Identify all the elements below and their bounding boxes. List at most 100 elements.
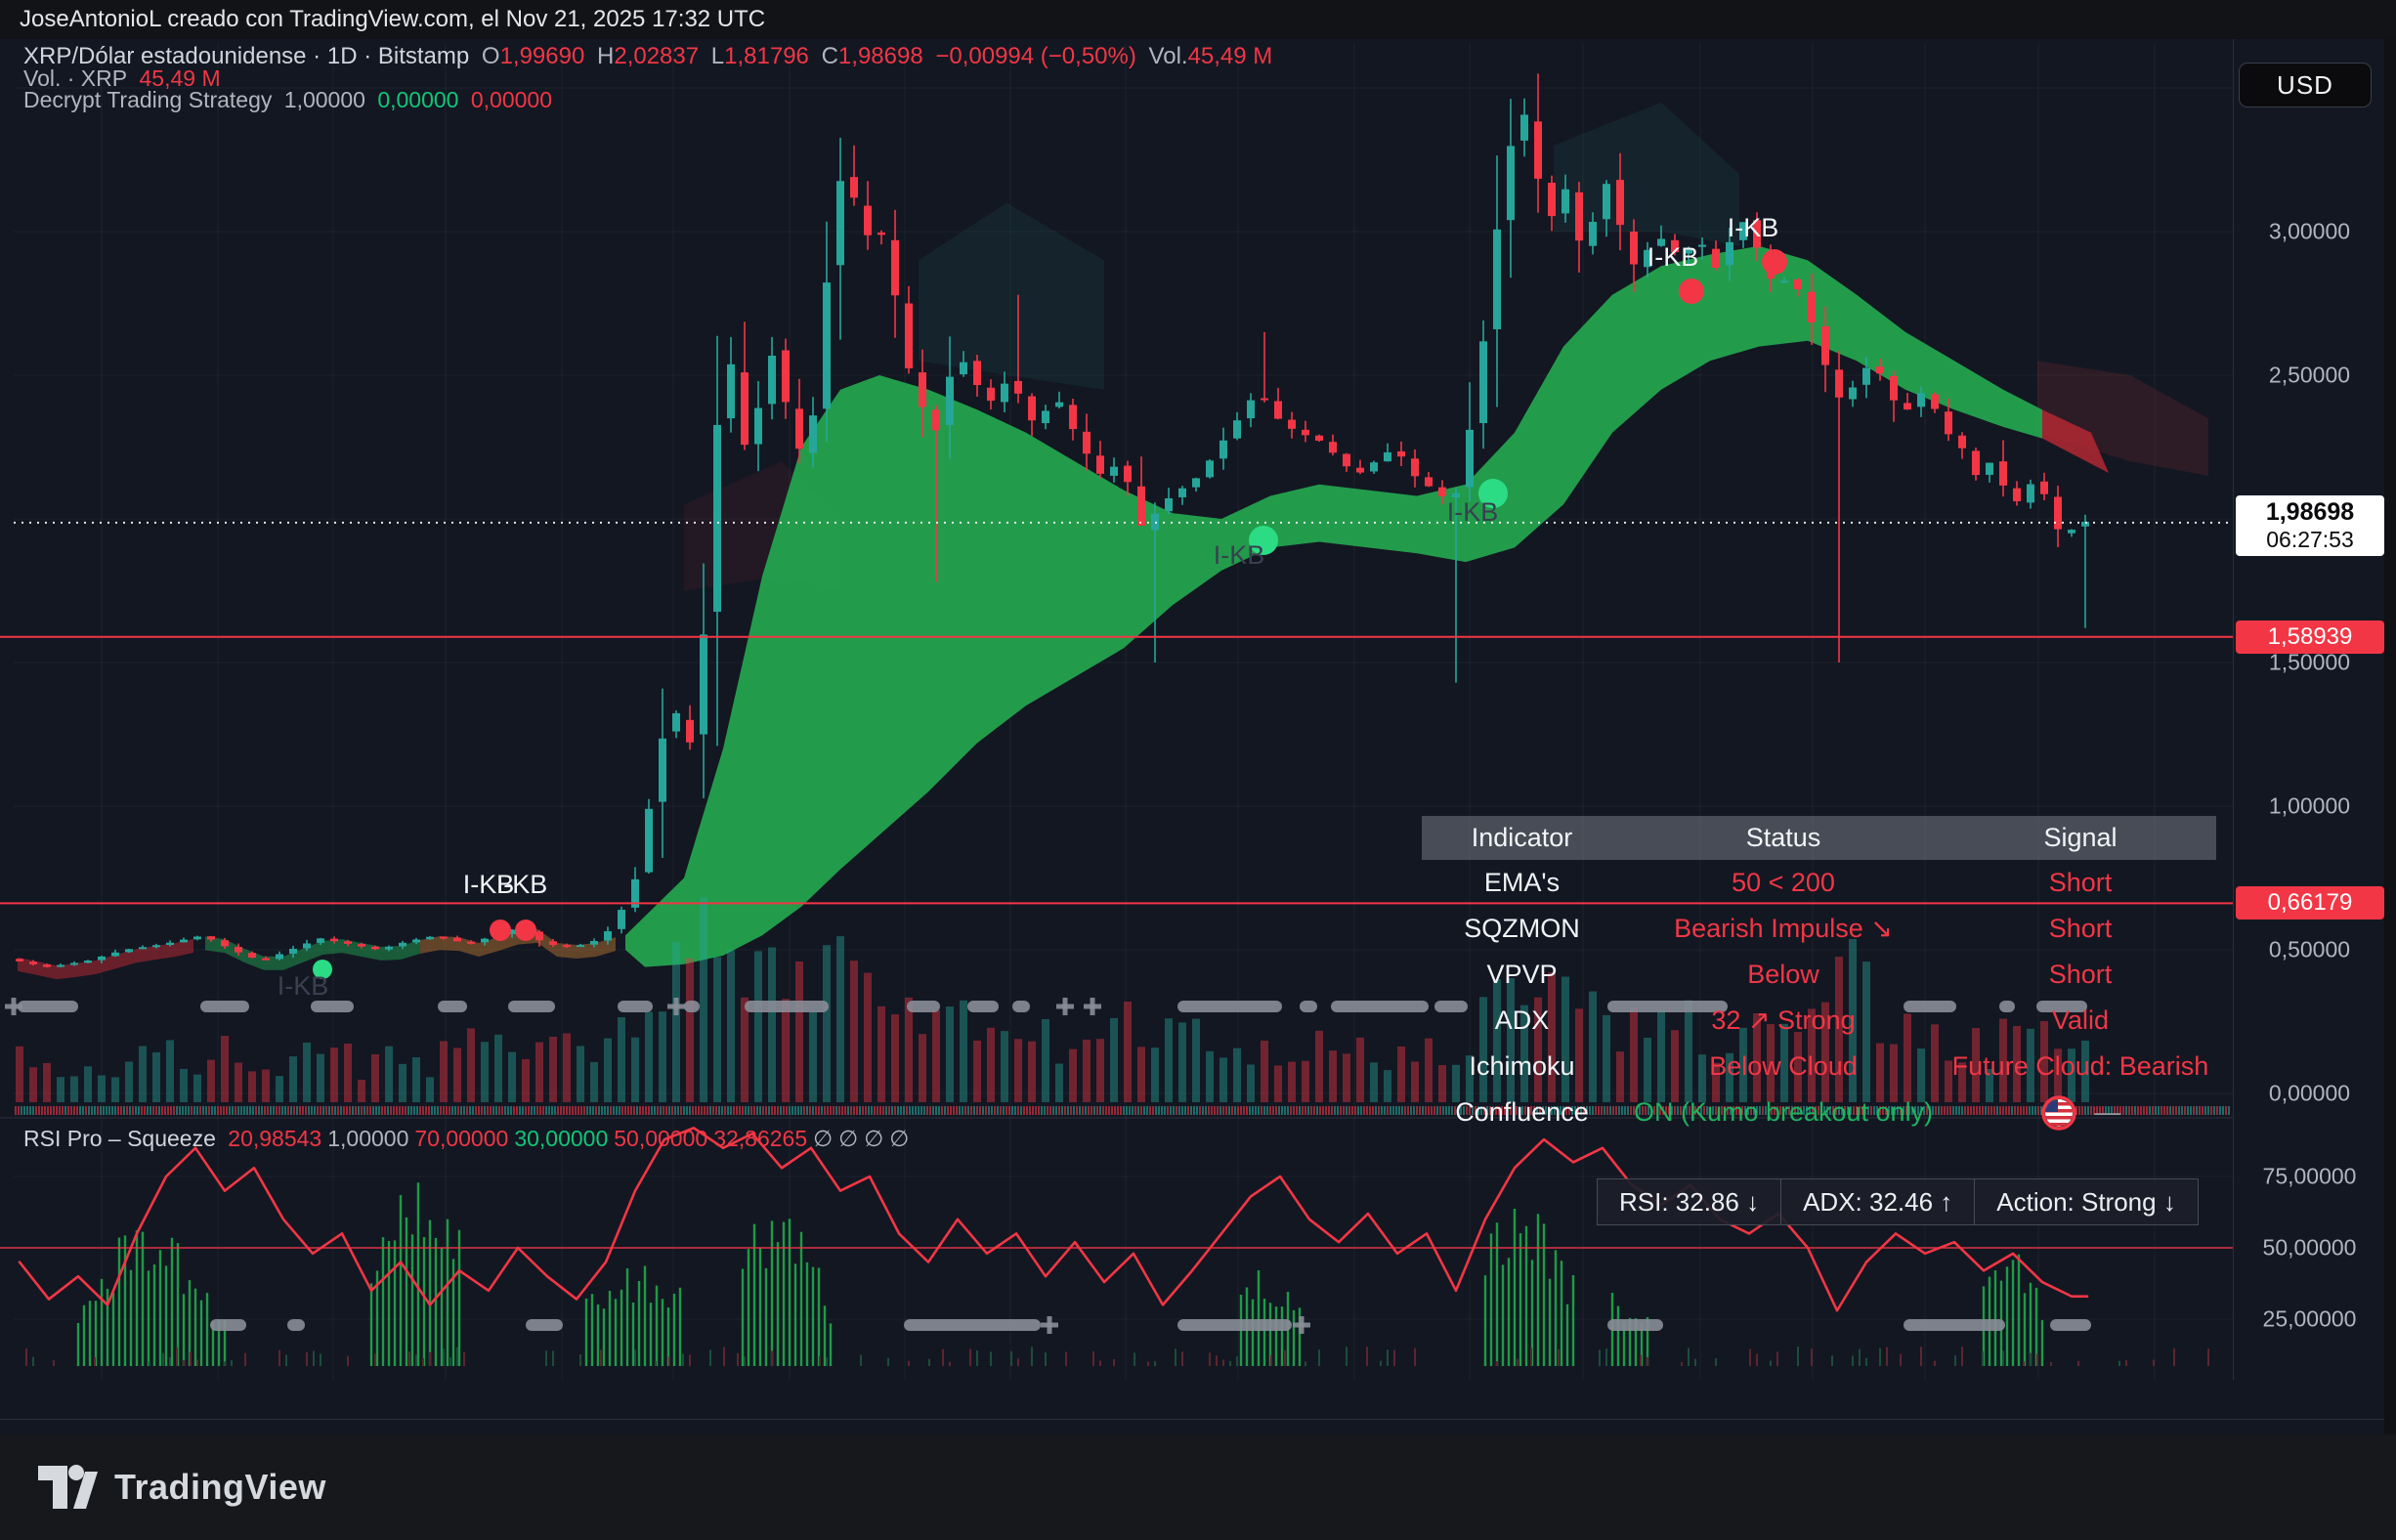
rsi-indicator-title[interactable]: RSI Pro – Squeeze — [23, 1126, 216, 1151]
rsi-pane[interactable] — [0, 1128, 2233, 1366]
indicator-signal: Valid — [1945, 1005, 2216, 1036]
table-row: SQZMONBearish Impulse ↘Short — [1422, 906, 2216, 952]
rsi-legend-value: 1,00000 — [327, 1126, 408, 1151]
indicator-badge: ADX: 32.46 ↑ — [1781, 1178, 1975, 1225]
volume-label: Vol. — [1149, 43, 1188, 69]
indicator-signal: Future Cloud: Bearish — [1945, 1051, 2216, 1082]
indicator-signal: Short — [1945, 868, 2216, 898]
price-tick-label: 0,50000 — [2234, 937, 2385, 963]
price-axis[interactable]: 3,500003,000002,500001,500001,000000,500… — [2233, 39, 2385, 1380]
table-row: ConfluenceON (Kumo breakout only) — — [1422, 1090, 2216, 1135]
price-tick-label: 1,00000 — [2234, 793, 2385, 820]
header-status: Status — [1622, 823, 1945, 853]
rsi-tick-label: 50,00000 — [2234, 1235, 2385, 1262]
rsi-tick-label: 75,00000 — [2234, 1164, 2385, 1190]
strategy-value-3: 0,00000 — [471, 87, 552, 112]
us-flag-icon — [2040, 1094, 2077, 1132]
rsi-tick-label: 25,00000 — [2234, 1306, 2385, 1333]
ikb-label: I-KB — [1214, 540, 1265, 570]
high-label: H — [597, 43, 614, 69]
bar-countdown: 06:27:53 — [2236, 527, 2384, 553]
footer-bar: TradingView — [0, 1434, 2396, 1540]
table-row: IchimokuBelow CloudFuture Cloud: Bearish — [1422, 1044, 2216, 1090]
rsi-legend-value: 20,98543 — [228, 1126, 321, 1151]
alert-price-label: 0,66179 — [2236, 886, 2384, 920]
strategy-legend-row[interactable]: Decrypt Trading Strategy 1,00000 0,00000… — [23, 87, 558, 113]
tradingview-logo-icon — [36, 1462, 99, 1513]
strategy-value-1: 1,00000 — [284, 87, 365, 112]
indicator-status: 32 ↗ Strong — [1622, 1005, 1945, 1036]
indicator-name: Confluence — [1422, 1097, 1622, 1128]
ikb-label: I-KB — [278, 971, 329, 1001]
indicator-name: Ichimoku — [1422, 1051, 1622, 1082]
indicator-badge: Action: Strong ↓ — [1975, 1178, 2199, 1225]
strategy-label[interactable]: Decrypt Trading Strategy — [23, 87, 272, 112]
rsi-legend-row[interactable]: RSI Pro – Squeeze 20,985431,0000070,0000… — [23, 1126, 915, 1152]
last-price-value: 1,98698 — [2236, 498, 2384, 527]
header-indicator: Indicator — [1422, 823, 1622, 853]
indicator-badge: RSI: 32.86 ↓ — [1597, 1178, 1781, 1225]
high-value: 2,02837 — [614, 43, 699, 69]
low-label: L — [711, 43, 724, 69]
indicator-name: EMA's — [1422, 868, 1622, 898]
rsi-legend-value: ∅ — [838, 1126, 858, 1151]
indicator-table-header: Indicator Status Signal — [1422, 816, 2216, 860]
ichimoku-cloud — [919, 203, 1104, 390]
tradingview-chart-screenshot: JoseAntonioL creado con TradingView.com,… — [0, 0, 2396, 1540]
strategy-value-2: 0,00000 — [377, 87, 458, 112]
price-tick-label: 0,00000 — [2234, 1081, 2385, 1107]
attribution-text: JoseAntonioL creado con TradingView.com,… — [20, 6, 765, 32]
rsi-legend-value: ∅ — [813, 1126, 833, 1151]
indicator-name: ADX — [1422, 1005, 1622, 1036]
indicator-status: 50 < 200 — [1622, 868, 1945, 898]
signal-dash: — — [2095, 1097, 2121, 1128]
ikb-label: I-KB — [1647, 242, 1699, 272]
indicator-status: Below Cloud — [1622, 1051, 1945, 1082]
rsi-legend-value: 70,00000 — [414, 1126, 508, 1151]
open-value: 1,99690 — [500, 43, 585, 69]
indicator-table-body: EMA's50 < 200ShortSQZMONBearish Impulse … — [1422, 860, 2216, 1135]
volume-value: 45,49 M — [1188, 43, 1273, 69]
close-label: C — [822, 43, 838, 69]
ikb-label: I-KB — [496, 870, 548, 899]
close-value: 1,98698 — [838, 43, 923, 69]
sell-signal-dot — [490, 920, 511, 941]
indicator-table: Indicator Status Signal EMA's50 < 200Sho… — [1422, 816, 2216, 1135]
last-price-label: 1,98698 06:27:53 — [2236, 495, 2384, 556]
attribution-bar: JoseAntonioL creado con TradingView.com,… — [0, 0, 2396, 39]
early-band — [205, 936, 420, 969]
price-tick-label: 3,00000 — [2234, 219, 2385, 245]
rsi-legend-value: 32,86265 — [713, 1126, 807, 1151]
ikb-label: I-KB — [1728, 213, 1779, 242]
table-row: VPVPBelowShort — [1422, 952, 2216, 998]
low-value: 1,81796 — [724, 43, 809, 69]
sell-signal-dot — [1679, 278, 1704, 304]
rsi-legend-value: ∅ — [864, 1126, 883, 1151]
sell-signal-dot — [1762, 249, 1787, 275]
indicator-signal: Short — [1945, 960, 2216, 990]
ikb-label: I-KB — [1447, 497, 1499, 527]
indicator-signal: — — [1945, 1094, 2216, 1132]
indicator-status: Below — [1622, 960, 1945, 990]
rsi-legend-value: 30,00000 — [514, 1126, 608, 1151]
table-row: EMA's50 < 200Short — [1422, 860, 2216, 906]
currency-toggle-button[interactable]: USD — [2239, 63, 2372, 107]
open-label: O — [482, 43, 500, 69]
change-value: −0,00994 (−0,50%) — [935, 43, 1136, 69]
indicator-signal: Short — [1945, 914, 2216, 944]
indicator-name: SQZMON — [1422, 914, 1622, 944]
indicator-name: VPVP — [1422, 960, 1622, 990]
sell-signal-dot — [515, 920, 536, 941]
header-signal: Signal — [1945, 823, 2216, 853]
currency-label: USD — [2277, 70, 2333, 101]
rsi-badges: RSI: 32.86 ↓ADX: 32.46 ↑Action: Strong ↓ — [1597, 1178, 2199, 1225]
price-tick-label: 2,50000 — [2234, 363, 2385, 389]
table-row: ADX32 ↗ StrongValid — [1422, 998, 2216, 1044]
indicator-status: Bearish Impulse ↘ — [1622, 914, 1945, 944]
rsi-legend-value: ∅ — [889, 1126, 909, 1151]
alert-price-label: 1,58939 — [2236, 620, 2384, 654]
ichimoku-cloud — [2037, 361, 2208, 476]
indicator-status: ON (Kumo breakout only) — [1622, 1097, 1945, 1128]
chart-area[interactable]: I-KBI-KBI-KBI-KBI-KBI-KBI-KB XRP/Dólar e… — [0, 39, 2384, 1434]
tradingview-brand-name: TradingView — [114, 1467, 326, 1508]
